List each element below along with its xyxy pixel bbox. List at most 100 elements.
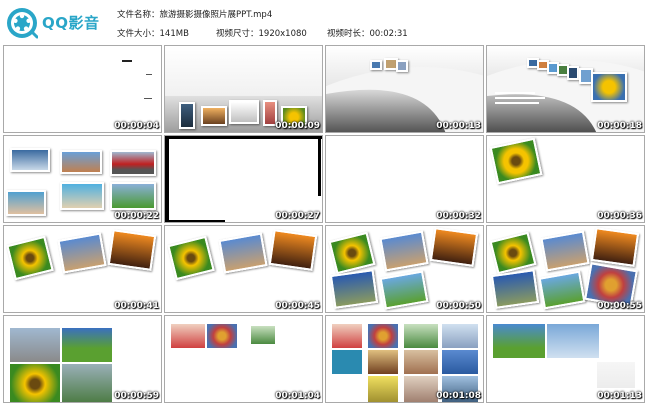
thumbnail[interactable]: 00:00:41 bbox=[3, 225, 162, 313]
slide-frame bbox=[165, 136, 322, 139]
video-dims-value: 1920x1080 bbox=[258, 29, 307, 39]
video-duration-label: 视频时长： bbox=[327, 29, 370, 39]
thumbnail-photo bbox=[404, 324, 438, 348]
thumbnail-photo bbox=[489, 231, 537, 275]
thumbnail-timestamp: 00:00:32 bbox=[436, 211, 481, 221]
file-name-row: 文件名称：旅游摄影摄像照片展PPT.mp4 bbox=[117, 8, 272, 20]
thumbnail-photo bbox=[6, 235, 54, 281]
slide-frame bbox=[165, 136, 169, 222]
thumbnail[interactable]: 00:01:04 bbox=[164, 315, 323, 403]
thumbnail[interactable]: 00:00:59 bbox=[3, 315, 162, 403]
file-name-value: 旅游摄影摄像照片展PPT.mp4 bbox=[159, 10, 273, 20]
file-name-label: 文件名称： bbox=[117, 10, 160, 20]
thumbnail-photo bbox=[489, 137, 543, 185]
slide-caption bbox=[495, 102, 539, 104]
slide-mark bbox=[122, 60, 132, 62]
thumbnail-photo bbox=[10, 364, 60, 402]
thumbnail[interactable]: 00:00:50 bbox=[325, 225, 484, 313]
thumbnail-timestamp: 00:00:36 bbox=[597, 211, 642, 221]
thumbnail-photo bbox=[62, 364, 112, 402]
thumbnail-photo bbox=[107, 229, 157, 271]
logo-text: QQ影音 bbox=[42, 14, 100, 32]
thumbnail-photo bbox=[179, 102, 195, 129]
thumbnail-photo bbox=[268, 229, 318, 271]
thumbnail-photo bbox=[171, 324, 205, 348]
thumbnail[interactable]: 00:00:18 bbox=[486, 45, 645, 133]
thumbnail-photo bbox=[396, 60, 408, 72]
thumbnail-timestamp: 00:00:09 bbox=[275, 121, 320, 131]
qq-player-logo-icon bbox=[7, 8, 38, 39]
thumbnail[interactable]: 00:01:13 bbox=[486, 315, 645, 403]
thumbnail[interactable]: 00:00:27 bbox=[164, 135, 323, 223]
thumbnail[interactable]: 00:00:04 bbox=[3, 45, 162, 133]
thumbnail-photo bbox=[379, 270, 429, 310]
thumbnail[interactable]: 00:00:22 bbox=[3, 135, 162, 223]
thumbnail-photo bbox=[493, 324, 545, 358]
thumbnail[interactable]: 00:00:45 bbox=[164, 225, 323, 313]
thumbnail-photo bbox=[229, 100, 259, 124]
thumbnail-timestamp: 00:00:18 bbox=[597, 121, 642, 131]
thumbnail-photo bbox=[597, 362, 635, 388]
slide-caption bbox=[495, 97, 545, 99]
slide-caption bbox=[495, 92, 535, 94]
thumbnail[interactable]: 00:00:09 bbox=[164, 45, 323, 133]
thumbnail-photo bbox=[442, 324, 478, 348]
thumbnail-photo bbox=[329, 269, 379, 309]
thumbnail-timestamp: 00:00:59 bbox=[114, 391, 159, 401]
thumbnail[interactable]: 00:00:13 bbox=[325, 45, 484, 133]
thumbnail-timestamp: 00:00:50 bbox=[436, 301, 481, 311]
file-size-value: 141MB bbox=[159, 29, 189, 39]
thumbnail-photo bbox=[370, 60, 382, 70]
thumbnail[interactable]: 00:00:36 bbox=[486, 135, 645, 223]
thumbnail[interactable]: 00:00:32 bbox=[325, 135, 484, 223]
thumbnail-photo bbox=[567, 66, 579, 80]
thumbnail-photo bbox=[10, 148, 50, 172]
thumbnail-photo bbox=[110, 182, 156, 210]
thumbnail-photo bbox=[379, 230, 429, 272]
thumbnail-timestamp: 00:00:45 bbox=[275, 301, 320, 311]
thumbnail-photo bbox=[110, 150, 156, 176]
thumbnail-photo bbox=[207, 324, 237, 348]
thumbnail-photo bbox=[62, 328, 112, 362]
thumbnail-photo bbox=[429, 227, 479, 267]
thumbnail-photo bbox=[167, 235, 215, 281]
thumbnail-timestamp: 00:00:04 bbox=[114, 121, 159, 131]
thumbnail-photo bbox=[251, 326, 275, 344]
thumbnail[interactable]: 00:00:55 bbox=[486, 225, 645, 313]
thumbnail-photo bbox=[6, 190, 46, 216]
video-dims-row: 视频尺寸：1920x1080 bbox=[216, 27, 307, 39]
thumbnail-timestamp: 00:01:13 bbox=[597, 391, 642, 401]
thumbnail-timestamp: 00:00:55 bbox=[597, 301, 642, 311]
thumbnail-photo bbox=[201, 106, 227, 126]
video-duration-row: 视频时长：00:02:31 bbox=[327, 27, 408, 39]
video-duration-value: 00:02:31 bbox=[369, 29, 408, 39]
thumbnail-photo bbox=[547, 324, 599, 358]
video-dims-label: 视频尺寸： bbox=[216, 29, 259, 39]
thumbnail-photo bbox=[10, 328, 60, 362]
thumbnail-photo bbox=[57, 232, 107, 274]
file-size-row: 文件大小：141MB bbox=[117, 27, 189, 39]
thumbnail-photo bbox=[368, 376, 398, 402]
thumbnail-photo bbox=[60, 182, 104, 210]
thumbnail-timestamp: 00:00:41 bbox=[114, 301, 159, 311]
thumbnail-photo bbox=[328, 231, 376, 275]
thumbnail-timestamp: 00:00:13 bbox=[436, 121, 481, 131]
thumbnail-photo bbox=[591, 72, 627, 102]
thumbnail-timestamp: 00:01:04 bbox=[275, 391, 320, 401]
file-size-label: 文件大小： bbox=[117, 29, 160, 39]
thumbnail-photo bbox=[332, 350, 362, 374]
thumbnail-photo bbox=[368, 324, 398, 348]
thumbnail-photo bbox=[490, 269, 540, 309]
slide-mark bbox=[146, 74, 152, 75]
thumbnail-photo bbox=[368, 350, 398, 374]
thumbnail-photo bbox=[218, 232, 268, 274]
thumbnail-photo bbox=[404, 376, 438, 402]
thumbnail-timestamp: 00:01:08 bbox=[436, 391, 481, 401]
slide-mark bbox=[144, 98, 152, 99]
thumbnail-timestamp: 00:00:27 bbox=[275, 211, 320, 221]
thumbnail-photo bbox=[442, 350, 478, 374]
thumbnail-photo bbox=[540, 230, 590, 272]
thumbnail-photo bbox=[332, 324, 362, 348]
qq-player-logo: QQ影音 bbox=[6, 6, 110, 39]
thumbnail[interactable]: 00:01:08 bbox=[325, 315, 484, 403]
